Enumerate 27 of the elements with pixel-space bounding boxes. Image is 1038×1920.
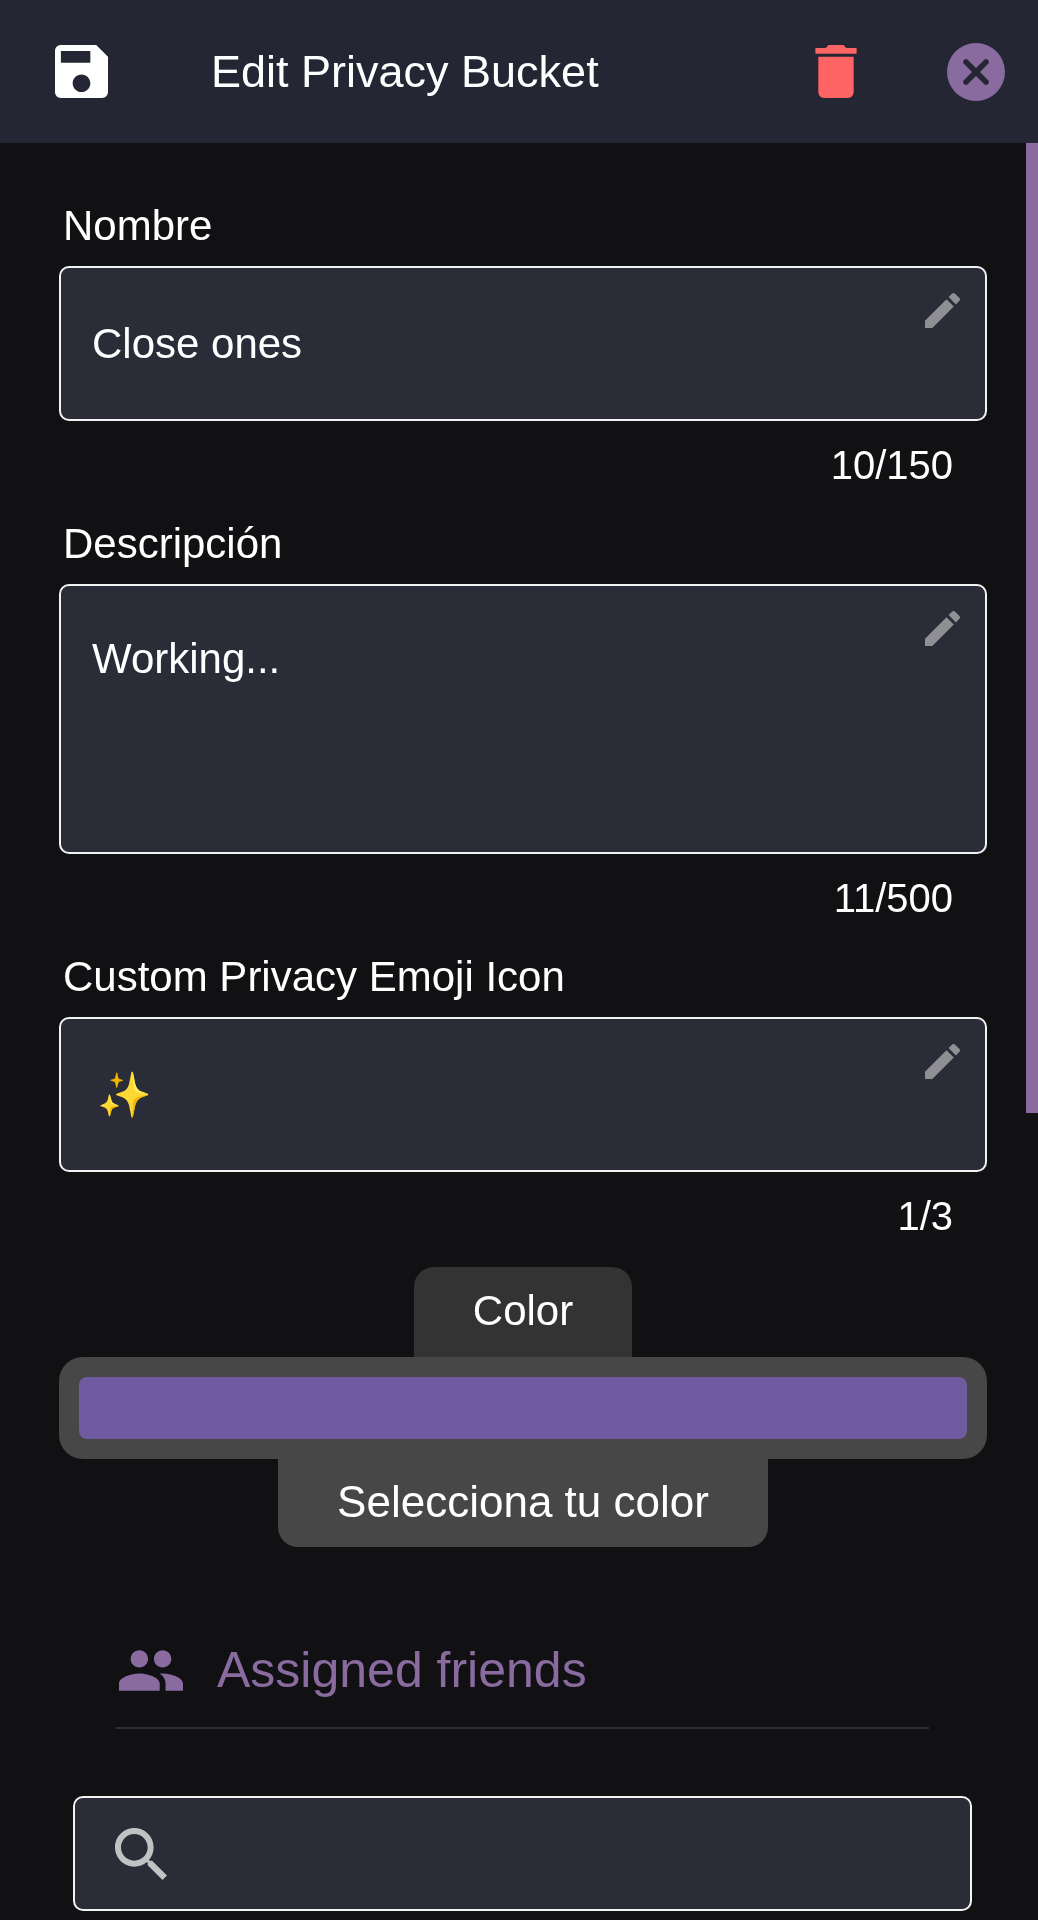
- close-button[interactable]: [947, 42, 1005, 101]
- trash-icon: [815, 45, 857, 98]
- save-button[interactable]: [55, 45, 108, 98]
- pencil-icon: [925, 1044, 960, 1079]
- character-counter: 10/150: [830, 442, 953, 488]
- people-icon: [119, 1649, 183, 1691]
- field-label: Custom Privacy Emoji Icon: [63, 953, 565, 1001]
- search-icon: [115, 1827, 167, 1880]
- close-icon: [947, 42, 1005, 101]
- textarea-field[interactable]: Working...: [59, 584, 987, 854]
- select-color-button[interactable]: Selecciona tu color: [278, 1459, 768, 1547]
- scrollbar-thumb[interactable]: [1026, 143, 1038, 1113]
- delete-button[interactable]: [815, 45, 857, 98]
- window-title: Edit Privacy Bucket: [211, 45, 600, 98]
- character-counter: 11/500: [833, 875, 953, 921]
- field-label: Nombre: [63, 202, 213, 250]
- field-label: Descripción: [63, 520, 283, 568]
- pencil-icon: [925, 611, 960, 646]
- emoji-field[interactable]: ✨: [59, 1017, 987, 1172]
- search-field[interactable]: [73, 1796, 972, 1911]
- selected-color-bar[interactable]: [79, 1377, 967, 1439]
- pencil-icon: [925, 293, 960, 328]
- text-field[interactable]: Close ones: [59, 266, 987, 421]
- section-title: Assigned friends: [217, 1642, 587, 1698]
- color-picker-label: Color: [413, 1267, 633, 1357]
- character-counter: 1/3: [897, 1193, 953, 1239]
- save-icon: [55, 45, 108, 98]
